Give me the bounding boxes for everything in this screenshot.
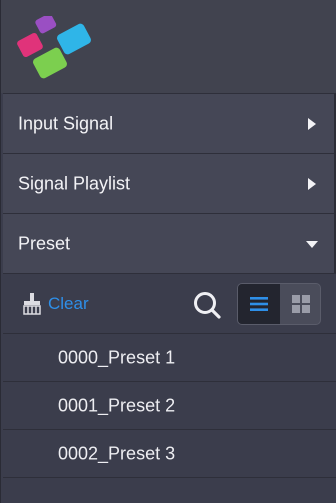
menu-item-signal-playlist[interactable]: Signal Playlist: [3, 153, 334, 213]
triangle-right-icon: [308, 117, 316, 130]
preset-name: 0000_Preset 1: [58, 347, 176, 367]
preset-toolbar: Clear: [3, 273, 336, 333]
search-icon[interactable]: [192, 290, 222, 320]
grid-view-icon: [291, 295, 310, 313]
list-view-button[interactable]: [238, 284, 280, 324]
preset-name: 0001_Preset 2: [58, 395, 176, 415]
app-logo: [17, 16, 91, 79]
list-divider: [3, 477, 336, 478]
triangle-down-icon: [306, 240, 318, 248]
triangle-right-icon: [308, 177, 316, 190]
view-mode-toggle: [237, 283, 321, 325]
preset-item[interactable]: 0000_Preset 1: [3, 333, 336, 381]
menu-item-label: Input Signal: [18, 113, 114, 133]
preset-name: 0002_Preset 3: [58, 443, 176, 463]
preset-item[interactable]: 0001_Preset 2: [3, 381, 336, 429]
clear-label: Clear: [48, 294, 89, 313]
list-view-icon: [250, 297, 268, 311]
preset-list: 0000_Preset 1 0001_Preset 2 0002_Preset …: [3, 333, 336, 477]
grid-view-button[interactable]: [280, 284, 320, 324]
broom-icon: [23, 293, 41, 315]
menu-item-preset[interactable]: Preset: [3, 213, 334, 273]
menu-item-label: Signal Playlist: [18, 173, 131, 193]
menu-item-label: Preset: [18, 233, 71, 253]
side-panel: Input Signal Signal Playlist Preset Clea…: [0, 0, 336, 503]
preset-item[interactable]: 0002_Preset 3: [3, 429, 336, 477]
clear-button[interactable]: Clear: [22, 292, 89, 316]
logo-header: [1, 0, 336, 93]
menu-item-input-signal[interactable]: Input Signal: [3, 93, 334, 153]
